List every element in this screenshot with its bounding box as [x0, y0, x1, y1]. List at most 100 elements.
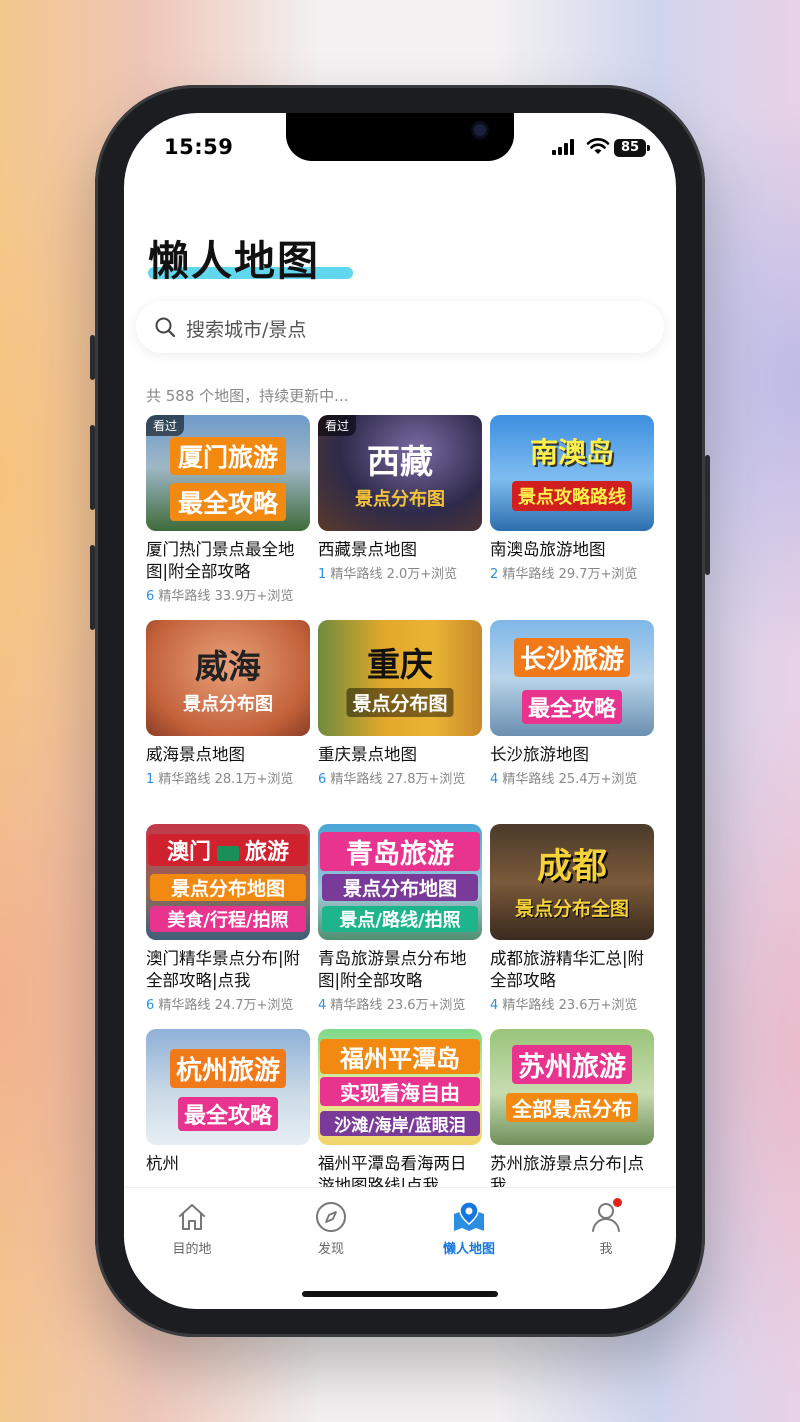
card-thumbnail: 青岛旅游 景点分布地图 景点/路线/拍照 [318, 824, 482, 940]
search-icon [155, 317, 176, 338]
overlay-text: 全部景点分布 [506, 1093, 638, 1122]
view-count: 23.6万+浏览 [558, 998, 638, 1013]
route-label: 精华路线 [330, 772, 383, 787]
seen-badge: 看过 [146, 415, 185, 436]
page-header: 懒人地图 [148, 227, 353, 287]
view-count: 24.7万+浏览 [214, 998, 294, 1013]
route-label: 精华路线 [502, 998, 555, 1013]
tab-label: 我 [599, 1242, 613, 1257]
seen-badge: 看过 [318, 415, 357, 436]
card-meta: 2 精华路线 29.7万+浏览 [490, 563, 654, 582]
search-placeholder: 搜索城市/景点 [186, 319, 307, 341]
card-meta: 1 精华路线 28.1万+浏览 [146, 768, 310, 787]
card-title: 重庆景点地图 [318, 745, 417, 764]
overlay-text: 厦门旅游 [169, 437, 287, 475]
route-count: 1 [146, 772, 155, 787]
map-card-nanao[interactable]: 南澳岛 景点攻略路线 南澳岛旅游地图 2 精华路线 29.7万+浏览 [490, 415, 654, 582]
overlay-text: 西藏 [367, 442, 433, 481]
map-card-suzhou[interactable]: 苏州旅游 全部景点分布 苏州旅游景点分布|点我 [490, 1029, 654, 1197]
tab-discover[interactable]: 发现 [281, 1200, 381, 1257]
view-count: 2.0万+浏览 [386, 567, 458, 582]
route-count: 2 [490, 567, 499, 582]
overlay-text: 景点分布图 [346, 688, 454, 717]
card-thumbnail: 西藏 景点分布图 看过 [318, 415, 482, 531]
app-screen: 15:59 85 懒人地图 搜索城市/景点 共 588 个地图，持续更新中... [124, 113, 676, 1309]
overlay-text: 景点分布图 [355, 489, 445, 510]
volume-down-button [90, 545, 95, 630]
card-title: 澳门精华景点分布|附全部攻略|点我 [146, 949, 301, 990]
card-meta: 6 精华路线 27.8万+浏览 [318, 768, 482, 787]
battery-tip [647, 145, 650, 151]
card-thumbnail: 厦门旅游 最全攻略 看过 [146, 415, 310, 531]
overlay-text: 苏州旅游 [512, 1045, 632, 1084]
overlay-text: 美食/行程/拍照 [150, 906, 306, 932]
overlay-text: 最全攻略 [169, 483, 287, 521]
overlay-text: 实现看海自由 [320, 1077, 480, 1106]
view-count: 33.9万+浏览 [214, 589, 294, 604]
card-thumbnail: 成都 景点分布全图 [490, 824, 654, 940]
map-card-pingtan[interactable]: 福州平潭岛 实现看海自由 沙滩/海岸/蓝眼泪 福州平潭岛看海两日游地图路线|点我 [318, 1029, 482, 1197]
route-label: 精华路线 [158, 772, 211, 787]
map-card-xiamen[interactable]: 厦门旅游 最全攻略 看过 厦门热门景点最全地图|附全部攻略 6 精华路线 33.… [146, 415, 310, 604]
route-count: 1 [318, 567, 327, 582]
route-label: 精华路线 [502, 772, 555, 787]
view-count: 27.8万+浏览 [386, 772, 466, 787]
route-label: 精华路线 [502, 567, 555, 582]
overlay-word: 旅游 [245, 840, 290, 865]
route-count: 6 [318, 772, 327, 787]
overlay-text: 杭州旅游 [169, 1049, 287, 1088]
notch [286, 113, 514, 161]
tab-me[interactable]: 我 [556, 1198, 656, 1257]
route-label: 精华路线 [330, 567, 383, 582]
search-bar[interactable]: 搜索城市/景点 [136, 301, 664, 353]
card-title: 南澳岛旅游地图 [490, 540, 606, 559]
view-count: 23.6万+浏览 [386, 998, 466, 1013]
overlay-text: 景点分布全图 [514, 898, 630, 920]
overlay-text: 沙滩/海岸/蓝眼泪 [320, 1111, 480, 1136]
map-card-tibet[interactable]: 西藏 景点分布图 看过 西藏景点地图 1 精华路线 2.0万+浏览 [318, 415, 482, 582]
power-button [705, 455, 710, 575]
map-card-macau[interactable]: 澳门 旅游 景点分布地图 美食/行程/拍照 澳门精华景点分布|附全部攻略|点我 6… [146, 824, 310, 1013]
home-indicator[interactable] [302, 1291, 498, 1297]
macau-flag-icon [217, 845, 239, 861]
overlay-text: 景点分布地图 [322, 874, 478, 901]
map-card-chongqing[interactable]: 重庆 景点分布图 重庆景点地图 6 精华路线 27.8万+浏览 [318, 620, 482, 787]
overlay-text: 景点攻略路线 [512, 481, 632, 511]
card-thumbnail: 重庆 景点分布图 [318, 620, 482, 736]
volume-up-button [90, 425, 95, 510]
map-card-hangzhou[interactable]: 杭州旅游 最全攻略 杭州 [146, 1029, 310, 1197]
mute-switch [90, 335, 95, 380]
card-thumbnail: 南澳岛 景点攻略路线 [490, 415, 654, 531]
tab-lazy-map[interactable]: 懒人地图 [419, 1200, 519, 1257]
tab-label: 懒人地图 [442, 1242, 495, 1257]
map-card-qingdao[interactable]: 青岛旅游 景点分布地图 景点/路线/拍照 青岛旅游景点分布地图|附全部攻略 4 … [318, 824, 482, 1013]
card-meta: 1 精华路线 2.0万+浏览 [318, 563, 482, 582]
route-count: 4 [490, 998, 499, 1013]
tab-destination[interactable]: 目的地 [142, 1200, 242, 1257]
front-camera [471, 121, 489, 139]
overlay-text: 景点分布地图 [150, 874, 306, 901]
map-card-changsha[interactable]: 长沙旅游 最全攻略 长沙旅游地图 4 精华路线 25.4万+浏览 [490, 620, 654, 787]
map-card-weihai[interactable]: 威海 景点分布图 威海景点地图 1 精华路线 28.1万+浏览 [146, 620, 310, 787]
overlay-text: 最全攻略 [177, 1097, 279, 1131]
card-thumbnail: 澳门 旅游 景点分布地图 美食/行程/拍照 [146, 824, 310, 940]
map-card-chengdu[interactable]: 成都 景点分布全图 成都旅游精华汇总|附全部攻略 4 精华路线 23.6万+浏览 [490, 824, 654, 1013]
route-label: 精华路线 [158, 589, 211, 604]
route-count: 6 [146, 589, 155, 604]
map-count-text: 共 588 个地图，持续更新中... [146, 387, 349, 405]
card-meta: 4 精华路线 23.6万+浏览 [490, 994, 654, 1013]
overlay-word: 澳门 [166, 840, 211, 865]
cellular-signal-icon [552, 139, 574, 155]
overlay-text: 最全攻略 [521, 690, 623, 724]
overlay-text: 福州平潭岛 [320, 1039, 480, 1074]
overlay-text: 南澳岛 [529, 436, 615, 469]
notification-dot [613, 1198, 622, 1207]
card-meta: 6 精华路线 33.9万+浏览 [146, 585, 310, 604]
route-count: 6 [146, 998, 155, 1013]
overlay-text: 重庆 [367, 645, 433, 684]
overlay-text: 青岛旅游 [320, 832, 480, 871]
card-meta: 6 精华路线 24.7万+浏览 [146, 994, 310, 1013]
tab-label: 发现 [317, 1242, 344, 1257]
wifi-icon [586, 138, 610, 154]
card-title: 青岛旅游景点分布地图|附全部攻略 [318, 949, 467, 990]
